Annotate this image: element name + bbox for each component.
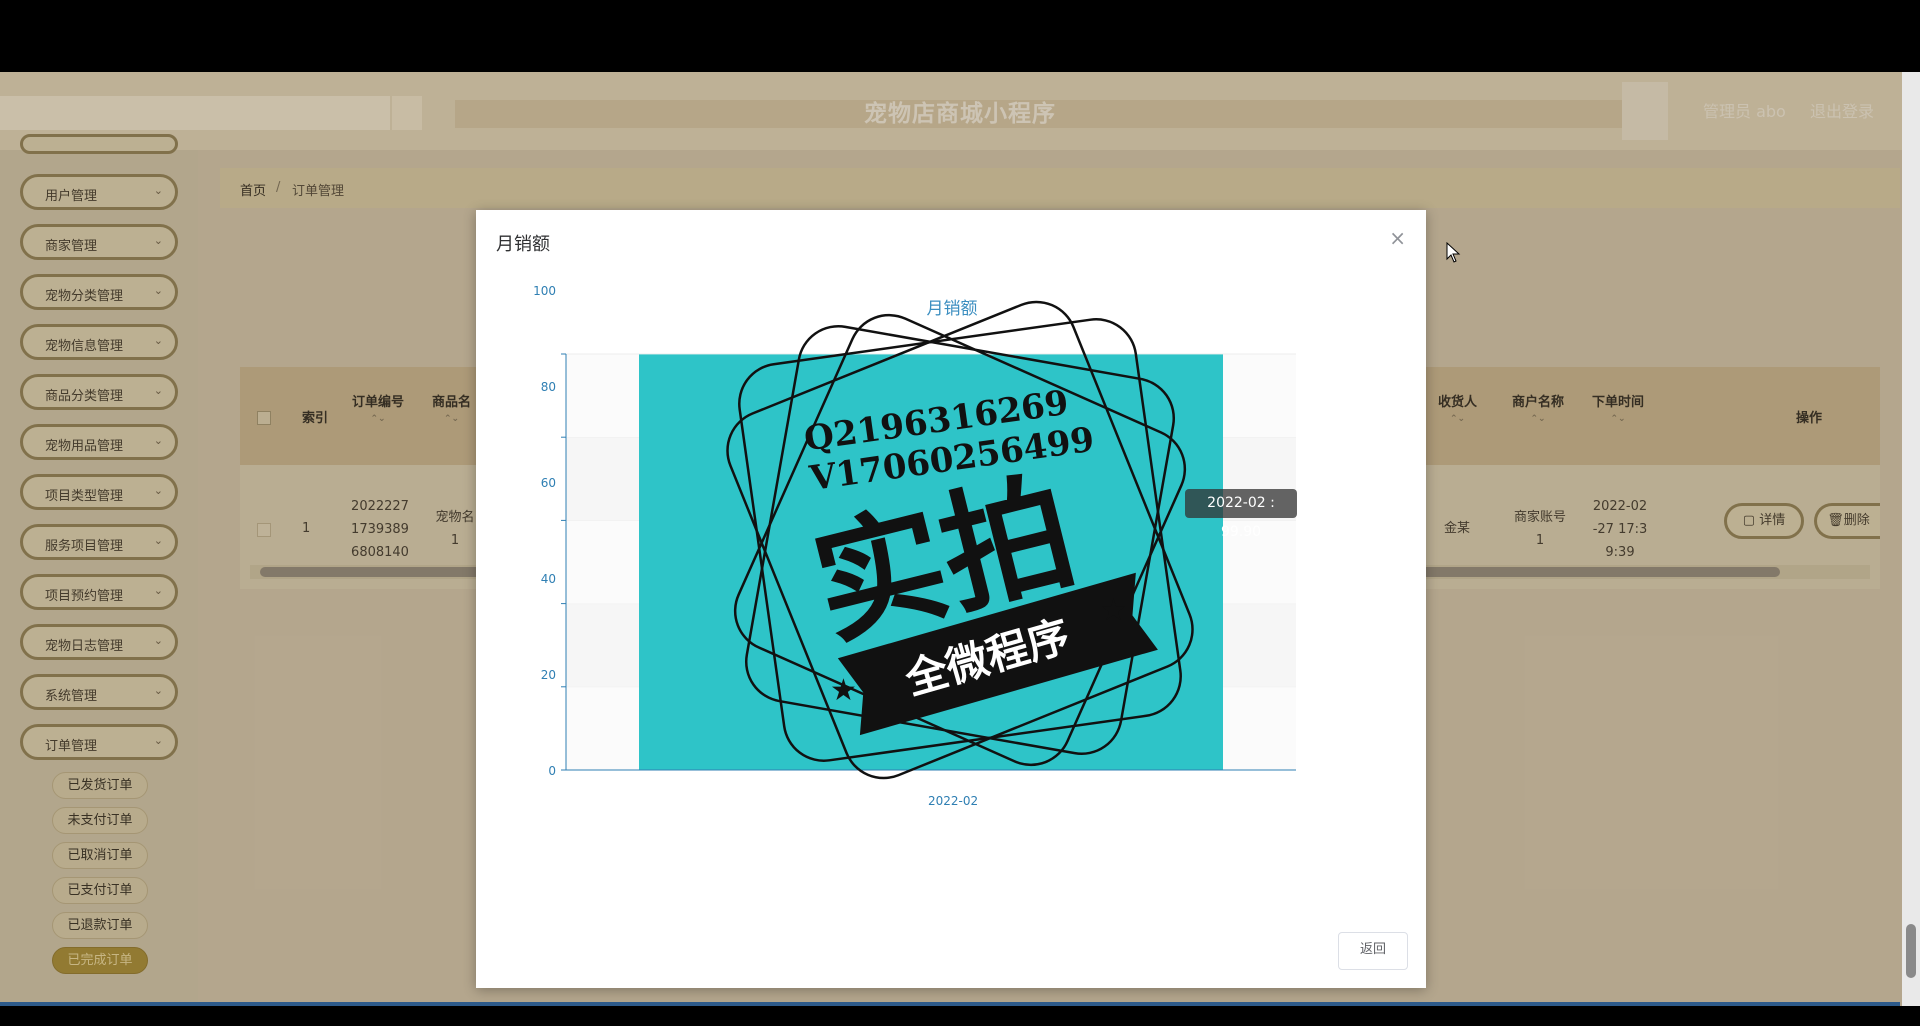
y-tick-label: 100 [533,284,556,298]
y-tick-label: 80 [540,380,556,394]
y-tick-label: 60 [540,476,556,490]
dialog-title: 月销额 [496,234,550,255]
bottom-bar [0,1006,1920,1026]
y-tick-label: 20 [540,668,556,682]
close-icon[interactable]: × [1389,226,1406,250]
y-tick-label: 0 [548,764,556,778]
watermark-seal: Q2196316269 V17060256499 实拍 全微程序 ★ ★ [726,300,1194,780]
x-tick-label: 2022-02 [928,794,979,808]
back-button[interactable]: 返回 [1338,932,1408,970]
star-icon: ★ [1100,593,1127,628]
vertical-scrollbar[interactable] [1902,72,1920,1006]
star-icon: ★ [830,673,857,708]
y-tick-label: 40 [540,572,556,586]
vertical-scrollbar-thumb[interactable] [1906,924,1916,978]
mouse-cursor-icon [1446,242,1461,263]
